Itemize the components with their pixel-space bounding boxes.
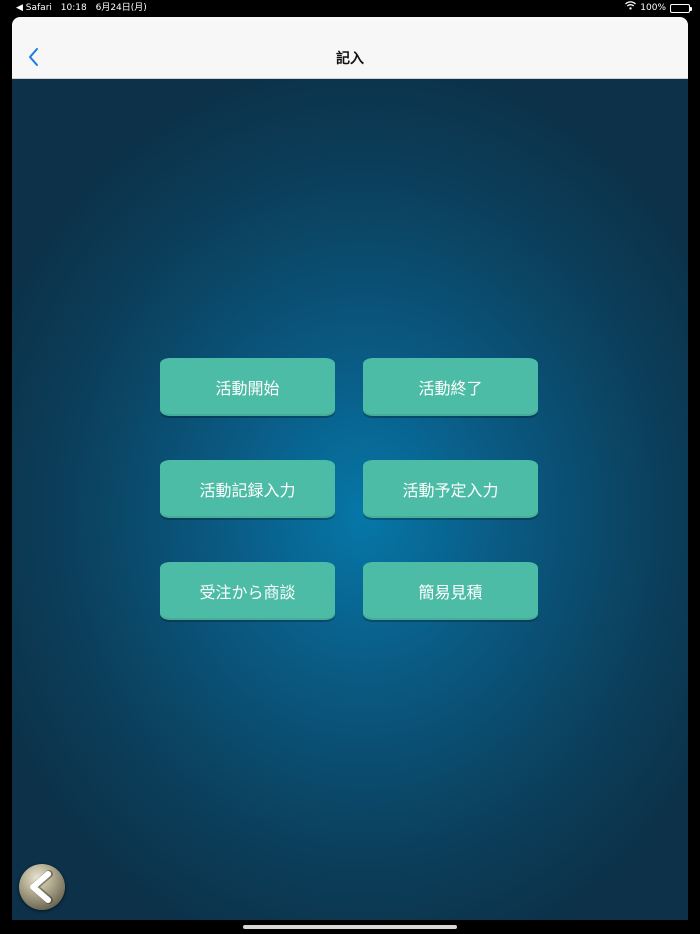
status-date: 6月24日(月): [95, 3, 147, 13]
activity-record-entry-button[interactable]: 活動記録入力: [160, 460, 335, 518]
app-screen: 記入 活動開始 活動終了 活動記録入力 活動予定入力 受注から商談 簡易見積: [12, 17, 688, 920]
back-to-app-link[interactable]: ◀ Safari: [16, 3, 52, 13]
battery-percent: 100%: [640, 3, 666, 13]
start-activity-button[interactable]: 活動開始: [160, 358, 335, 416]
status-bar: ◀ Safari 10:18 6月24日(月) 100%: [0, 0, 700, 16]
activity-plan-entry-button[interactable]: 活動予定入力: [363, 460, 538, 518]
end-activity-button[interactable]: 活動終了: [363, 358, 538, 416]
wifi-icon: [625, 1, 637, 15]
navigation-bar: 記入: [12, 17, 688, 79]
round-back-button[interactable]: [19, 864, 65, 910]
simple-estimate-button[interactable]: 簡易見積: [363, 562, 538, 620]
status-time: 10:18: [60, 3, 87, 13]
battery-icon: [670, 3, 692, 13]
page-title: 記入: [336, 51, 364, 67]
menu-area: 活動開始 活動終了 活動記録入力 活動予定入力 受注から商談 簡易見積: [12, 79, 688, 920]
order-to-negotiation-button[interactable]: 受注から商談: [160, 562, 335, 620]
home-indicator[interactable]: [243, 925, 457, 929]
